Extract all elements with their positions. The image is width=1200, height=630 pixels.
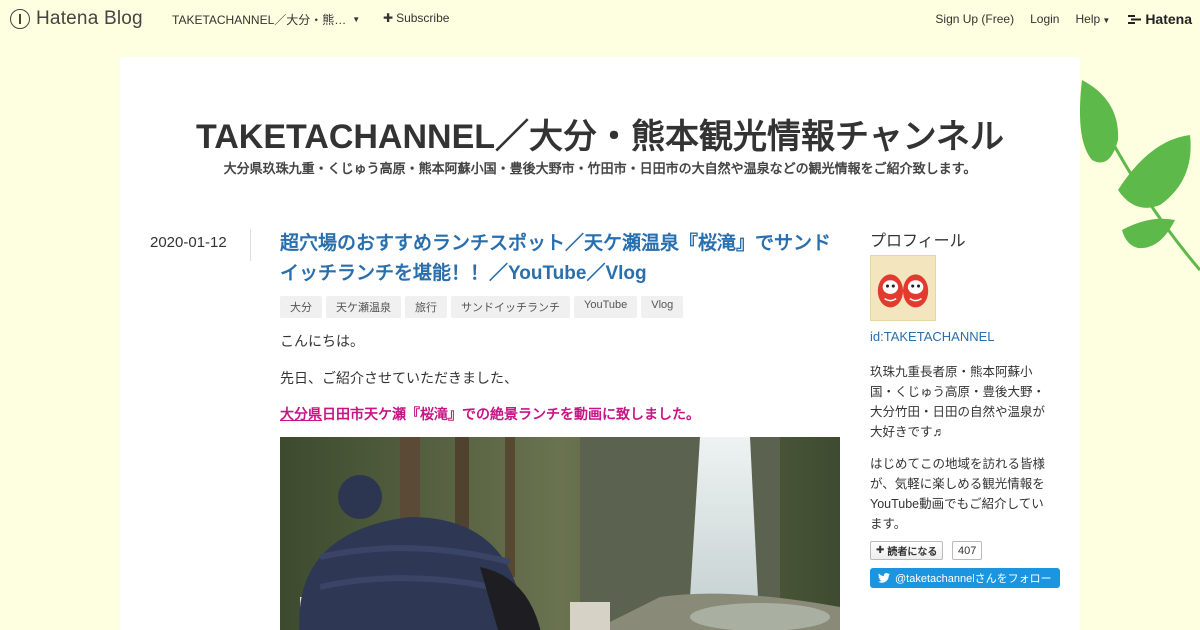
entry-highlight-paragraph: 大分県日田市天ケ瀬『桜滝』での絶景ランチを動画に致しました。 bbox=[280, 404, 700, 424]
login-link[interactable]: Login bbox=[1030, 12, 1059, 26]
tag[interactable]: 大分 bbox=[280, 296, 322, 318]
blog-description: 大分県玖珠九重・くじゅう高原・熊本阿蘇小国・豊後大野市・竹田市・日田市の大自然や… bbox=[223, 161, 977, 176]
highlight-text: 日田市天ケ瀬『桜滝』での絶景ランチを動画に致しました。 bbox=[322, 406, 700, 422]
keyword-link[interactable]: 大分県 bbox=[280, 406, 322, 422]
blog-container: TAKETACHANNEL／大分・熊本観光情報チャンネル 大分県玖珠九重・くじゅ… bbox=[120, 57, 1080, 630]
tag[interactable]: 天ケ瀬温泉 bbox=[326, 296, 401, 318]
entry-photo[interactable] bbox=[280, 437, 840, 630]
signup-link[interactable]: Sign Up (Free) bbox=[935, 12, 1014, 26]
entry-paragraph: こんにちは。 bbox=[280, 333, 364, 349]
entry-tags: 大分 天ケ瀬温泉 旅行 サンドイッチランチ YouTube Vlog bbox=[280, 296, 684, 318]
hatena-dash-icon bbox=[1128, 15, 1142, 24]
plus-icon: ✚ bbox=[876, 545, 885, 556]
entry-date[interactable]: 2020-01-12 bbox=[150, 234, 227, 251]
twitter-follow-label: @taketachannelさんをフォロー bbox=[895, 573, 1052, 585]
global-header: Hatena Blog TAKETACHANNEL／大分・熊… ▼ ✚ Subsc… bbox=[0, 0, 1200, 36]
entry-title[interactable]: 超穴場のおすすめランチスポット／天ケ瀬温泉『桜滝』でサンドイッチランチを堪能！！… bbox=[280, 229, 840, 289]
blog-title[interactable]: TAKETACHANNEL／大分・熊本観光情報チャンネル bbox=[120, 109, 1080, 158]
twitter-bird-icon bbox=[878, 573, 890, 583]
profile-avatar[interactable] bbox=[870, 255, 936, 321]
plus-icon: ✚ bbox=[383, 11, 394, 25]
profile-text: 玖珠九重長者原・熊本阿蘇小国・くじゅう高原・豊後大野・大分竹田・日田の自然や温泉… bbox=[870, 365, 1046, 439]
help-menu[interactable]: Help ▼ bbox=[1075, 12, 1110, 26]
tag[interactable]: YouTube bbox=[574, 296, 638, 318]
tag[interactable]: Vlog bbox=[641, 296, 684, 318]
entry-paragraph: 先日、ご紹介させていただきました、 bbox=[280, 370, 518, 386]
hatena-brand-label: Hatena bbox=[1145, 11, 1192, 27]
profile-id-link[interactable]: id:TAKETACHANNEL bbox=[870, 329, 995, 344]
profile-text: はじめてこの地域を訪れる皆様が、気軽に楽しめる観光情報をYouTube動画でもご… bbox=[870, 457, 1046, 531]
twitter-follow-button[interactable]: @taketachannelさんをフォロー bbox=[870, 568, 1060, 588]
leaf-decoration bbox=[1080, 80, 1200, 271]
subscribe-button[interactable]: ✚ Subscribe bbox=[383, 11, 449, 25]
hatena-logo-icon bbox=[10, 9, 30, 29]
reader-count: 407 bbox=[952, 541, 983, 560]
hatena-brand-link[interactable]: Hatena bbox=[1128, 11, 1192, 27]
date-divider bbox=[250, 229, 251, 261]
help-label: Help bbox=[1075, 12, 1101, 26]
blog-selector[interactable]: TAKETACHANNEL／大分・熊… ▼ bbox=[172, 11, 360, 28]
tag[interactable]: 旅行 bbox=[405, 296, 447, 318]
caret-down-icon: ▼ bbox=[1100, 16, 1111, 25]
caret-down-icon: ▼ bbox=[352, 15, 361, 24]
subscribe-reader-button[interactable]: ✚ 読者になる bbox=[870, 541, 944, 560]
blog-selector-label: TAKETACHANNEL／大分・熊… bbox=[172, 13, 347, 27]
tag[interactable]: サンドイッチランチ bbox=[451, 296, 570, 318]
reader-label: 読者になる bbox=[887, 547, 938, 558]
logo-text: Hatena Blog bbox=[36, 8, 143, 29]
profile-heading: プロフィール bbox=[870, 233, 966, 250]
subscribe-label: Subscribe bbox=[396, 11, 450, 25]
hatena-blog-logo[interactable]: Hatena Blog bbox=[10, 8, 143, 30]
